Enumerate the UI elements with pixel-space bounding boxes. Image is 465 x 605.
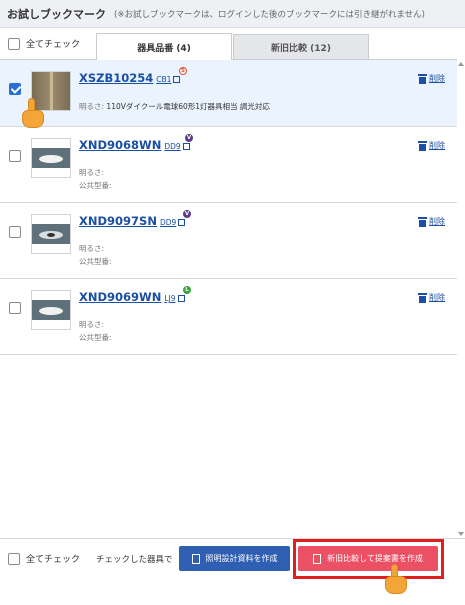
trash-icon [418, 292, 427, 303]
brightness-label: 明るさ: [79, 320, 105, 329]
product-code[interactable]: XND9069WN [79, 290, 161, 304]
public-model-label: 公共型番: [79, 333, 112, 342]
item-checkbox[interactable] [9, 150, 21, 162]
checked-items-label: チェックした器具で [96, 555, 173, 565]
brightness-value: 110Vダイクール電球60形1灯器具相当 調光対応 [106, 102, 270, 111]
list-item: XSZB10254 CB1 S 明るさ: 110Vダイクール電球60形1灯器具相… [0, 60, 457, 130]
delete-button[interactable]: 削除 [418, 73, 445, 84]
public-model-label: 公共型番: [79, 257, 112, 266]
panel-header: お試しブックマーク (※お試しブックマークは、ログインした後のブックマークには引… [0, 0, 465, 28]
product-subcode[interactable]: DD9 [164, 142, 180, 151]
item-checkbox[interactable] [9, 226, 21, 238]
create-lighting-design-button[interactable]: 照明設計資料を作成 [179, 546, 290, 571]
product-thumbnail[interactable] [31, 290, 71, 330]
delete-label: 削除 [429, 74, 445, 83]
series-badge-icon: S [179, 67, 187, 75]
delete-button[interactable]: 削除 [418, 292, 445, 303]
item-checkbox[interactable] [9, 83, 21, 95]
list-item: XND9097SN DD9 V 明るさ: 公共型番: 削除 [0, 203, 457, 279]
check-all-top-checkbox[interactable] [8, 37, 20, 50]
brightness-label: 明るさ: [79, 244, 105, 253]
copy-icon[interactable] [178, 219, 186, 226]
tabs-row: 全てチェック 器具品番 (4) 新旧比較 (12) [0, 28, 465, 60]
delete-label: 削除 [429, 141, 445, 150]
product-name-link[interactable]: XND9068WN DD9 [79, 138, 190, 152]
series-badge-icon: L [183, 286, 191, 294]
tab-old-new-comparison[interactable]: 新旧比較 (12) [233, 34, 369, 60]
brightness-label: 明るさ: [79, 102, 105, 111]
product-code[interactable]: XND9097SN [79, 214, 157, 228]
check-all-bottom-checkbox[interactable] [8, 552, 20, 565]
product-name-link[interactable]: XND9097SN DD9 [79, 214, 186, 228]
delete-button[interactable]: 削除 [418, 216, 445, 227]
edit-document-icon [313, 553, 322, 564]
brightness-label: 明るさ: [79, 168, 105, 177]
public-model-label: 公共型番: [79, 181, 112, 190]
pointer-hand-icon [381, 564, 411, 596]
list-item: XND9068WN DD9 V 明るさ: 公共型番: 削除 [0, 127, 457, 203]
panel-title: お試しブックマーク [7, 7, 106, 21]
pointer-hand-icon [18, 98, 48, 130]
scrollbar[interactable] [457, 60, 465, 538]
brightness-row: 明るさ: 110Vダイクール電球60形1灯器具相当 調光対応 [79, 101, 270, 112]
action-footer: 全てチェック チェックした器具で 照明設計資料を作成 新旧比較して提案書を作成 [0, 538, 465, 605]
copy-icon[interactable] [173, 76, 181, 83]
create-proposal-label: 新旧比較して提案書を作成 [327, 554, 423, 563]
scroll-down-icon[interactable] [458, 532, 464, 536]
check-all-top[interactable]: 全てチェック [8, 37, 80, 50]
tab-product-numbers[interactable]: 器具品番 (4) [96, 33, 232, 60]
product-name-link[interactable]: XND9069WN LJ9 [79, 290, 185, 304]
trash-icon [418, 73, 427, 84]
check-all-bottom-label: 全てチェック [26, 555, 81, 565]
product-code[interactable]: XSZB10254 [79, 71, 153, 85]
create-proposal-button[interactable]: 新旧比較して提案書を作成 [298, 546, 438, 571]
product-code[interactable]: XND9068WN [79, 138, 161, 152]
product-subcode[interactable]: LJ9 [164, 294, 175, 303]
product-thumbnail[interactable] [31, 214, 71, 254]
product-name-link[interactable]: XSZB10254 CB1 [79, 71, 181, 85]
product-list: XSZB10254 CB1 S 明るさ: 110Vダイクール電球60形1灯器具相… [0, 60, 457, 355]
scroll-up-icon[interactable] [458, 62, 464, 66]
delete-button[interactable]: 削除 [418, 140, 445, 151]
panel-note: (※お試しブックマークは、ログインした後のブックマークには引き継がれません) [114, 9, 426, 20]
list-item: XND9069WN LJ9 L 明るさ: 公共型番: 削除 [0, 279, 457, 355]
check-all-top-label: 全てチェック [26, 40, 81, 50]
delete-label: 削除 [429, 293, 445, 302]
series-badge-icon: V [183, 210, 191, 218]
trash-icon [418, 216, 427, 227]
item-checkbox[interactable] [9, 302, 21, 314]
copy-icon[interactable] [177, 295, 185, 302]
check-all-bottom[interactable]: 全てチェック [8, 552, 80, 565]
trash-icon [418, 140, 427, 151]
copy-icon[interactable] [182, 143, 190, 150]
document-icon [191, 553, 200, 564]
series-badge-icon: V [185, 134, 193, 142]
create-lighting-design-label: 照明設計資料を作成 [205, 554, 278, 563]
product-subcode[interactable]: CB1 [156, 75, 171, 84]
delete-label: 削除 [429, 217, 445, 226]
bookmark-panel: お試しブックマーク (※お試しブックマークは、ログインした後のブックマークには引… [0, 0, 465, 605]
product-subcode[interactable]: DD9 [160, 218, 176, 227]
product-thumbnail[interactable] [31, 138, 71, 178]
